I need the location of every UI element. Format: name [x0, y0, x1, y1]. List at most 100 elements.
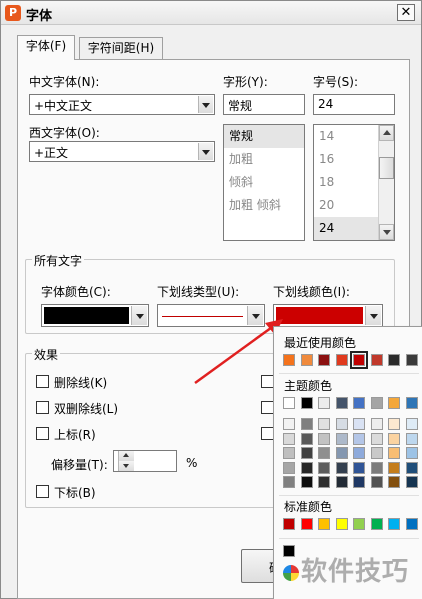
list-item[interactable]: 加粗 倾斜: [224, 194, 304, 217]
tab-character-spacing[interactable]: 字符间距(H): [79, 37, 163, 59]
color-swatch[interactable]: [318, 461, 330, 474]
color-swatch[interactable]: [318, 397, 330, 409]
color-swatch[interactable]: [405, 397, 418, 409]
color-swatch[interactable]: [335, 476, 348, 488]
color-swatch[interactable]: [353, 397, 365, 409]
font-size-list[interactable]: 14 16 18 20 24: [313, 124, 395, 241]
subscript-label[interactable]: 下标(B): [54, 484, 96, 501]
color-swatch[interactable]: [405, 432, 418, 445]
font-size-input[interactable]: 24: [313, 94, 395, 115]
list-item[interactable]: 常规: [224, 125, 304, 148]
close-button[interactable]: ✕: [397, 4, 415, 21]
chevron-down-icon[interactable]: [198, 143, 213, 160]
color-swatch[interactable]: [300, 518, 313, 530]
color-swatch[interactable]: [388, 518, 400, 530]
strikethrough-label[interactable]: 删除线(K): [54, 374, 107, 391]
tab-font[interactable]: 字体(F): [17, 35, 75, 60]
double-strikethrough-label[interactable]: 双删除线(L): [54, 400, 118, 417]
subscript-checkbox[interactable]: [36, 485, 49, 498]
color-swatch[interactable]: [283, 447, 295, 459]
color-swatch[interactable]: [300, 447, 313, 459]
color-swatch[interactable]: [335, 447, 348, 459]
color-swatch[interactable]: [370, 461, 383, 474]
scroll-thumb[interactable]: [379, 157, 394, 179]
offset-spinner[interactable]: 0: [113, 450, 177, 472]
color-swatch[interactable]: [318, 432, 330, 445]
color-swatch[interactable]: [370, 418, 383, 430]
western-font-combo[interactable]: +正文: [29, 141, 215, 162]
color-swatch[interactable]: [300, 432, 313, 445]
color-swatch[interactable]: [353, 447, 365, 459]
color-swatch[interactable]: [300, 418, 313, 430]
color-swatch[interactable]: [370, 354, 383, 366]
color-swatch[interactable]: [318, 354, 330, 366]
color-swatch[interactable]: [388, 447, 400, 459]
color-swatch[interactable]: [283, 418, 295, 430]
color-swatch[interactable]: [388, 476, 400, 488]
palette-icon[interactable]: [283, 565, 299, 581]
list-item[interactable]: 24: [314, 217, 378, 240]
color-swatch[interactable]: [300, 476, 313, 488]
scroll-up-icon[interactable]: [379, 125, 394, 141]
color-swatch[interactable]: [318, 518, 330, 530]
color-swatch[interactable]: [283, 354, 295, 366]
color-swatch[interactable]: [388, 418, 400, 430]
scrollbar[interactable]: [378, 125, 394, 240]
spin-up-icon[interactable]: [118, 451, 134, 461]
color-swatch[interactable]: [318, 447, 330, 459]
chevron-down-icon[interactable]: [365, 306, 381, 325]
color-swatch[interactable]: [335, 418, 348, 430]
color-swatch[interactable]: [370, 447, 383, 459]
color-swatch[interactable]: [283, 476, 295, 488]
color-swatch[interactable]: [283, 545, 295, 557]
color-swatch[interactable]: [335, 432, 348, 445]
color-swatch[interactable]: [350, 351, 368, 369]
strikethrough-checkbox[interactable]: [36, 375, 49, 388]
color-swatch[interactable]: [335, 397, 348, 409]
color-swatch[interactable]: [283, 461, 295, 474]
color-swatch[interactable]: [318, 418, 330, 430]
color-swatch[interactable]: [405, 461, 418, 474]
superscript-checkbox[interactable]: [36, 427, 49, 440]
color-swatch[interactable]: [300, 397, 313, 409]
color-swatch[interactable]: [318, 476, 330, 488]
color-swatch[interactable]: [388, 461, 400, 474]
color-swatch[interactable]: [283, 397, 295, 409]
color-swatch[interactable]: [388, 397, 400, 409]
color-swatch[interactable]: [370, 476, 383, 488]
font-style-input[interactable]: 常规: [223, 94, 305, 115]
color-swatch[interactable]: [335, 461, 348, 474]
color-swatch[interactable]: [353, 418, 365, 430]
color-swatch[interactable]: [405, 518, 418, 530]
color-swatch[interactable]: [300, 461, 313, 474]
color-swatch[interactable]: [405, 354, 418, 366]
chevron-down-icon[interactable]: [198, 96, 213, 113]
spin-down-icon[interactable]: [118, 461, 134, 471]
color-swatch[interactable]: [353, 461, 365, 474]
font-color-combo[interactable]: [41, 304, 149, 327]
color-swatch[interactable]: [405, 418, 418, 430]
color-swatch[interactable]: [405, 476, 418, 488]
list-item[interactable]: 倾斜: [224, 171, 304, 194]
scroll-down-icon[interactable]: [379, 224, 394, 240]
color-swatch[interactable]: [353, 432, 365, 445]
color-swatch[interactable]: [335, 518, 348, 530]
list-item[interactable]: 加粗: [224, 148, 304, 171]
color-swatch[interactable]: [370, 518, 383, 530]
color-swatch[interactable]: [353, 476, 365, 488]
color-swatch[interactable]: [335, 354, 348, 366]
color-swatch[interactable]: [353, 518, 365, 530]
chinese-font-combo[interactable]: +中文正文: [29, 94, 215, 115]
chevron-down-icon[interactable]: [131, 306, 147, 325]
color-swatch[interactable]: [283, 432, 295, 445]
color-swatch[interactable]: [388, 354, 400, 366]
superscript-label[interactable]: 上标(R): [54, 426, 96, 443]
font-style-list[interactable]: 常规 加粗 倾斜 加粗 倾斜: [223, 124, 305, 241]
color-swatch[interactable]: [370, 397, 383, 409]
color-swatch[interactable]: [300, 354, 313, 366]
color-swatch[interactable]: [283, 518, 295, 530]
double-strikethrough-checkbox[interactable]: [36, 401, 49, 414]
color-swatch[interactable]: [388, 432, 400, 445]
color-swatch[interactable]: [405, 447, 418, 459]
color-swatch[interactable]: [370, 432, 383, 445]
